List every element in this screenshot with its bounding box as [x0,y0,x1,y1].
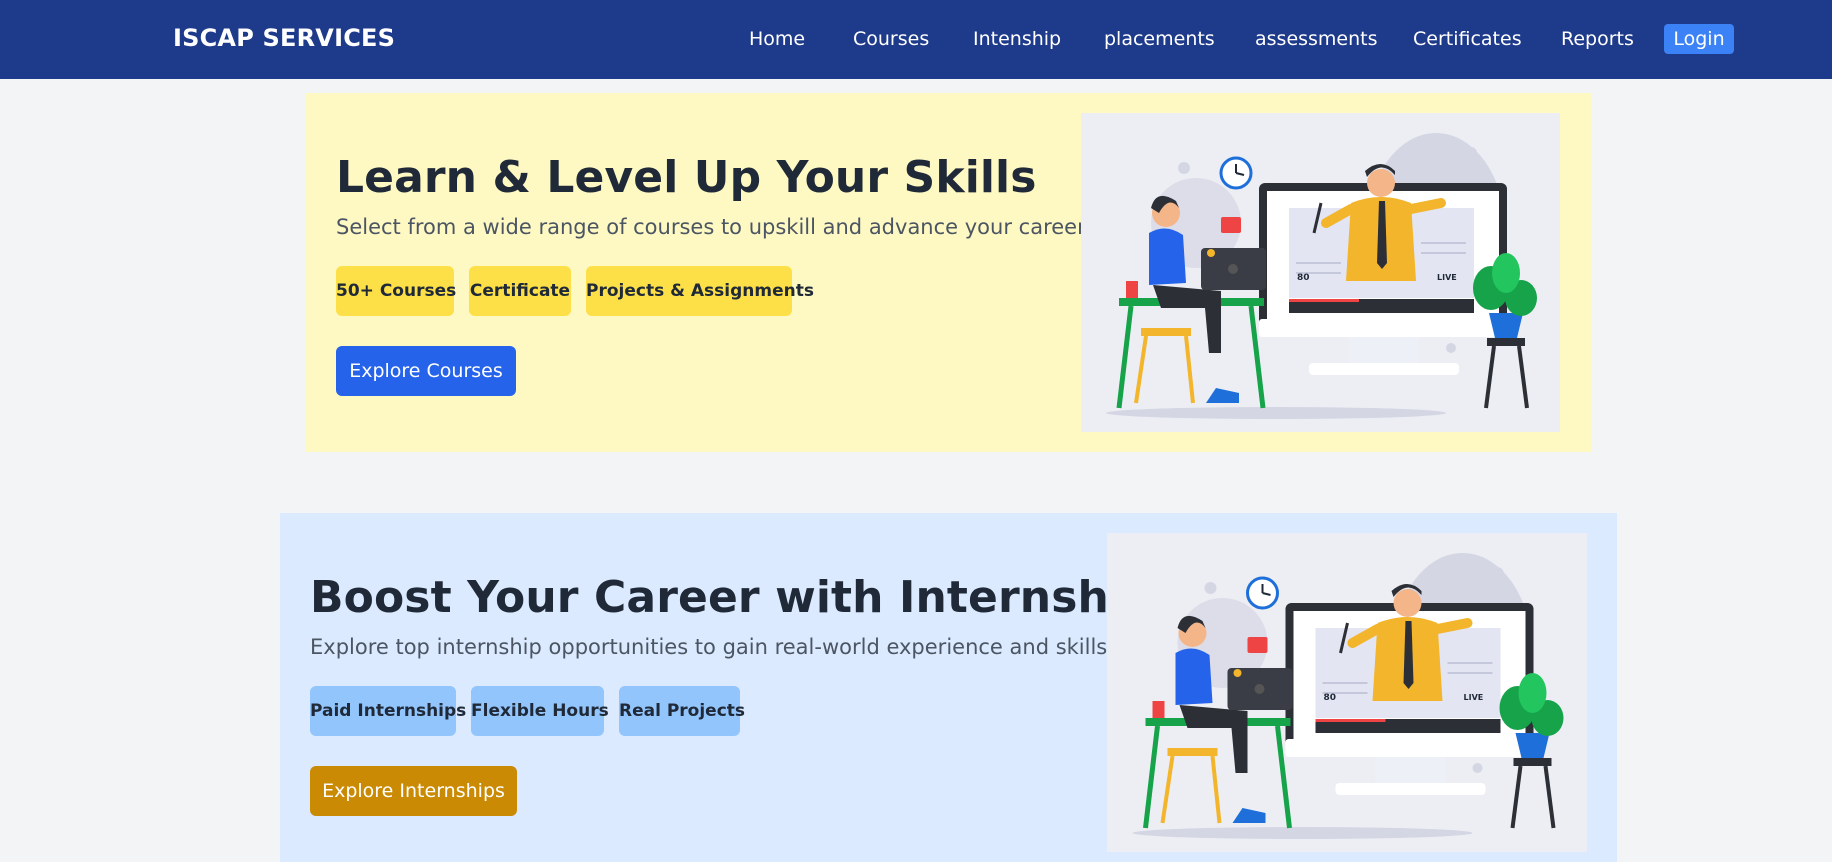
internship-title: Boost Your Career with Internships [310,572,1182,623]
nav-placements[interactable]: placements [1104,28,1215,50]
courses-subtitle: Select from a wide range of courses to u… [336,215,1095,239]
live-badge: LIVE [1437,273,1457,282]
nav-reports[interactable]: Reports [1561,28,1634,50]
brand-logo[interactable]: ISCAP SERVICES [173,24,395,52]
online-class-illustration: 80 LIVE [1106,133,1537,419]
courses-card: Learn & Level Up Your Skills Select from… [306,93,1591,452]
login-button[interactable]: Login [1664,24,1734,54]
explore-courses-button[interactable]: Explore Courses [336,346,516,396]
tag-flexible-hours: Flexible Hours [471,686,609,736]
online-class-illustration: 80 LIVE [1132,553,1564,839]
explore-internships-button[interactable]: Explore Internships [310,766,517,816]
tag-real-projects: Real Projects [619,686,745,736]
viewer-count: 80 [1324,693,1337,703]
nav-certificates[interactable]: Certificates [1413,28,1522,50]
tag-courses-count: 50+ Courses [336,266,456,316]
tag-projects: Projects & Assignments [586,266,814,316]
tag-paid-internships: Paid Internships [310,686,466,736]
internship-illustration: 80 LIVE [1107,533,1587,852]
internship-card: Boost Your Career with Internships Explo… [280,513,1617,862]
courses-illustration: 80 LIVE [1081,113,1560,432]
tag-certificate: Certificate [469,266,571,316]
nav-internship[interactable]: Intenship [973,28,1061,50]
navbar: ISCAP SERVICES Home Courses Intenship pl… [0,0,1832,79]
courses-title: Learn & Level Up Your Skills [336,152,1037,203]
nav-courses[interactable]: Courses [853,28,929,50]
nav-assessments[interactable]: assessments [1255,28,1378,50]
internship-subtitle: Explore top internship opportunities to … [310,635,1116,659]
nav-home[interactable]: Home [749,28,805,50]
live-badge: LIVE [1464,693,1484,702]
viewer-count: 80 [1297,273,1310,283]
